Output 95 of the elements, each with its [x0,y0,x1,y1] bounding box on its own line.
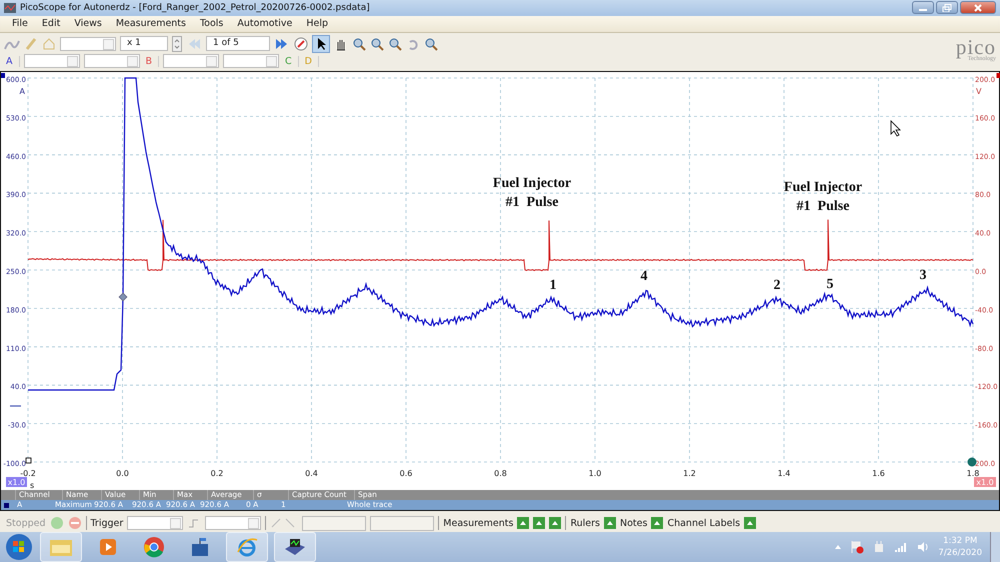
scale-badge[interactable]: x1.0 [974,477,996,488]
mouse-cursor-icon [890,120,901,137]
channel-color-icon [4,502,9,508]
axis-label: 0.0 [116,469,129,478]
channel-marker-icon [996,73,1000,78]
range-dropdown[interactable] [24,54,80,68]
trigger-label: Trigger [90,518,124,529]
start-button-icon[interactable] [50,516,64,530]
page-field[interactable]: 1 of 5 [206,36,270,51]
menu-item[interactable]: Measurements [116,18,186,30]
status-label: Channel Labels [667,518,740,529]
restore-icon [942,4,952,12]
clock-date: 7/26/2020 [938,547,982,559]
menu-item[interactable]: Edit [42,18,60,30]
channel-marker-icon [1,73,5,78]
add-icon[interactable] [549,517,562,530]
annotation-label: Fuel Injector #1 Pulse [784,180,862,214]
scale-badge[interactable]: x1.0 [6,477,27,488]
status-label: Measurements [443,518,514,529]
pretrigger-field[interactable] [370,516,434,531]
close-button[interactable] [960,1,996,14]
menu-item[interactable]: Tools [200,18,224,30]
unit-label: V [976,87,982,96]
cylinder-number: 3 [920,268,926,284]
axis-label: 0.6 [400,469,412,478]
browser-icon [143,536,165,558]
axis-label: -0.2 [20,469,36,478]
status-label: Rulers [570,518,600,529]
add-icon[interactable] [517,517,530,530]
magnifier-icon[interactable] [388,36,402,50]
axis-label: 0.8 [494,469,507,478]
internet-explorer-icon [236,536,258,558]
show-desktop-button[interactable] [990,532,1000,562]
media-player-icon [98,537,118,557]
cylinder-number: 5 [826,277,834,292]
coupling-dropdown[interactable] [223,54,280,68]
coupling-dropdown[interactable] [84,54,140,68]
add-icon[interactable] [604,517,616,530]
range-dropdown[interactable] [163,54,220,68]
input-toggle[interactable]: C [283,56,299,67]
minimize-button[interactable] [912,1,934,14]
add-icon[interactable] [744,517,756,530]
add-icon[interactable] [651,517,664,530]
add-icon[interactable] [533,517,546,530]
trigger-dropdown[interactable] [127,516,184,530]
menu-item[interactable]: Help [306,18,328,30]
ruler-handle-icon[interactable] [26,458,32,464]
zoom-field[interactable]: x 1 [120,36,168,51]
input-toggle[interactable]: B [144,56,160,67]
axis-label: 0.2 [210,469,224,478]
start-orb-icon[interactable] [4,532,34,562]
magnifier-icon[interactable] [352,36,366,50]
cylinder-number: 1 [550,278,556,294]
input-toggle[interactable]: D [302,56,319,67]
timebase-dropdown[interactable] [60,36,116,50]
magnifier-icon[interactable] [424,36,438,50]
close-icon [974,4,982,12]
menu-item[interactable]: File [12,18,28,30]
trigger-marker-icon[interactable] [118,292,128,302]
scope-icon [4,2,16,14]
spinner-icon[interactable] [172,36,182,52]
menu-item[interactable]: Views [74,18,102,30]
cylinder-number: 2 [774,278,780,294]
speaker-icon[interactable] [916,540,930,554]
restore-button[interactable] [936,1,958,14]
trigger-mode-dropdown[interactable] [205,516,262,530]
cylinder-number: 4 [640,269,648,284]
compass-icon[interactable] [294,36,308,50]
oscilloscope-icon [283,537,307,557]
magnifier-icon[interactable] [370,36,384,50]
offset-marker-icon[interactable] [10,406,22,407]
folder-icon [50,537,72,557]
axis-label: 1.2 [683,469,696,478]
axis-label: 1.6 [872,469,885,478]
stop-button-icon[interactable] [68,516,82,530]
status-label: Notes [620,518,648,529]
unit-label: s [30,481,34,490]
input-toggle[interactable]: A [4,56,20,67]
axis-label: 1.0 [588,469,602,478]
status-text: Stopped [6,518,46,529]
axis-label: 1.8 [966,469,980,478]
ruler-handle-icon[interactable] [968,458,976,467]
flag-icon[interactable] [850,540,864,554]
clock-time: 1:32 PM [943,535,978,547]
unit-label: A [20,87,25,96]
show-hidden-icons-icon[interactable] [834,543,842,551]
axis-label: 1.4 [778,469,790,478]
axis-label: 0.4 [305,469,318,478]
clock[interactable]: 1:32 PM 7/26/2020 [938,535,982,559]
signal-icon[interactable] [894,540,908,554]
threshold-field[interactable] [302,516,366,531]
menu-item[interactable]: Automotive [237,18,292,30]
annotation-label: Fuel Injector #1 Pulse [492,176,572,210]
window-title: PicoScope for Autonerdz - [Ford_Ranger_2002_Petrol_20200726-0002.psdata] [20,2,371,13]
pointer-icon[interactable] [312,34,330,52]
